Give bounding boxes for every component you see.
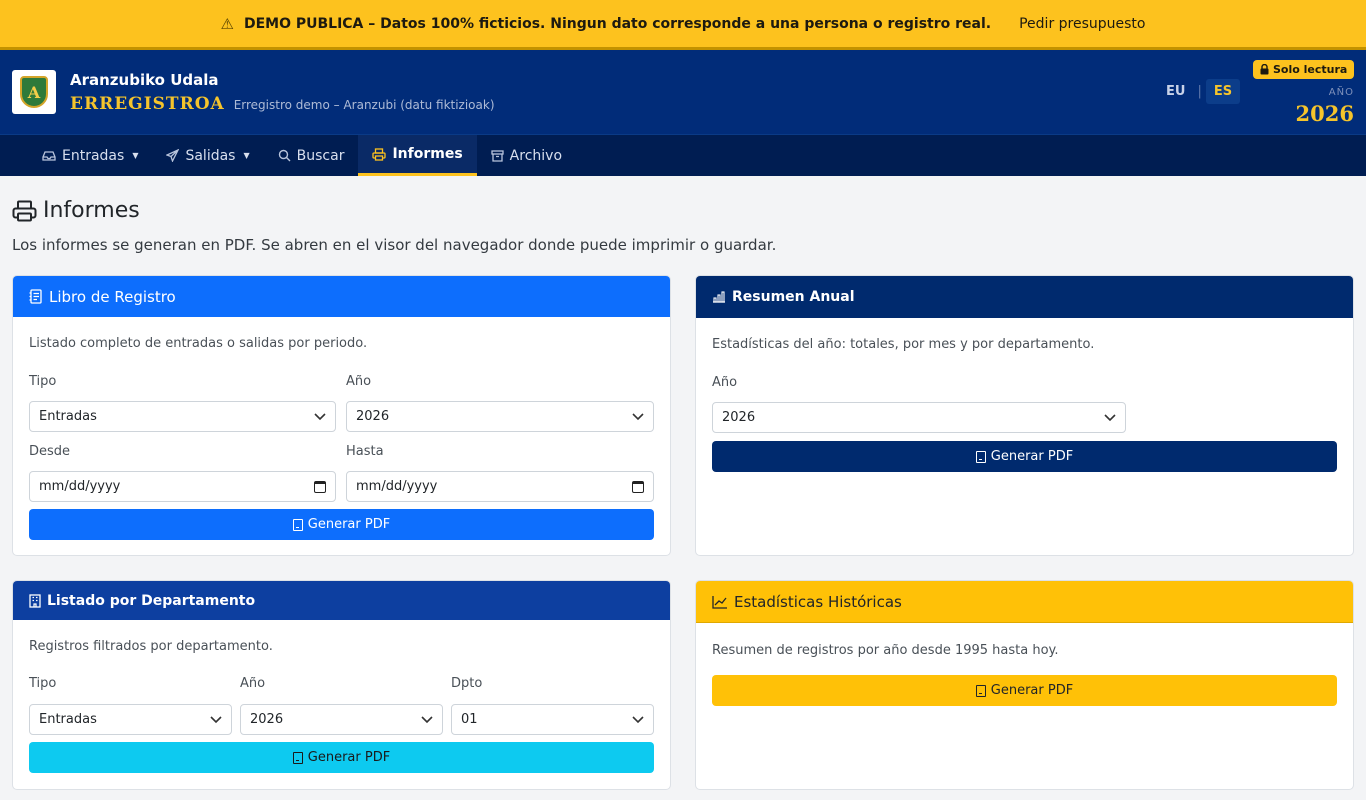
- card-description: Resumen de registros por año desde 1995 …: [712, 643, 1059, 658]
- card-header: Libro de Registro: [13, 276, 670, 317]
- card-description: Estadísticas del año: totales, por mes y…: [712, 337, 1095, 352]
- search-icon: [278, 149, 291, 162]
- card-description: Listado completo de entradas o salidas p…: [29, 336, 368, 351]
- nav-entradas[interactable]: Entradas ▼: [28, 135, 152, 176]
- municipal-logo[interactable]: A: [12, 70, 56, 114]
- card-header: Resumen Anual: [696, 276, 1353, 318]
- lang-eu-button[interactable]: EU: [1158, 79, 1193, 104]
- org-name: Aranzubiko Udala: [70, 70, 219, 89]
- lock-icon: [1260, 64, 1269, 75]
- pdf-file-icon: [975, 684, 986, 697]
- app-name: ERREGISTROA: [70, 93, 225, 114]
- nav-informes[interactable]: Informes: [358, 135, 477, 176]
- archive-icon: [491, 149, 504, 162]
- generate-pdf-button[interactable]: Generar PDF: [29, 742, 654, 773]
- pdf-file-icon: [292, 518, 303, 531]
- chevron-down-icon: [421, 715, 433, 723]
- demo-banner: ⚠ DEMO PUBLICA – Datos 100% ficticios. N…: [0, 0, 1366, 50]
- chevron-down-icon: [210, 715, 222, 723]
- generate-pdf-button[interactable]: Generar PDF: [712, 675, 1337, 706]
- warning-icon: ⚠: [220, 14, 234, 33]
- generate-pdf-button[interactable]: Generar PDF: [29, 509, 654, 540]
- ano-label: Año: [712, 375, 738, 390]
- chevron-down-icon: ▼: [132, 151, 139, 160]
- journal-icon: [29, 289, 42, 304]
- chevron-down-icon: [632, 715, 644, 723]
- printer-icon: [372, 147, 387, 161]
- year-label: AÑO: [1328, 87, 1354, 98]
- brand: Aranzubiko Udala ERREGISTROA Erregistro …: [70, 71, 495, 114]
- card-header: Estadísticas Históricas: [696, 581, 1353, 623]
- calendar-icon[interactable]: [632, 480, 644, 493]
- chevron-down-icon: [314, 412, 326, 420]
- hasta-date-input[interactable]: mm/dd/yyyy: [346, 471, 654, 502]
- tipo-select[interactable]: Entradas: [29, 704, 232, 735]
- tipo-label: Tipo: [29, 374, 57, 389]
- dpto-select[interactable]: 01: [451, 704, 654, 735]
- ano-label: Año: [240, 676, 266, 691]
- nav-archivo[interactable]: Archivo: [477, 135, 576, 176]
- app-header: A Aranzubiko Udala ERREGISTROA Erregistr…: [0, 50, 1366, 134]
- shield-icon: A: [20, 76, 48, 108]
- dpto-label: Dpto: [451, 676, 483, 691]
- page-intro: Los informes se generan en PDF. Se abren…: [12, 236, 777, 254]
- line-chart-icon: [712, 595, 727, 609]
- bar-chart-icon: [713, 291, 725, 303]
- card-libro-registro: Libro de Registro Listado completo de en…: [12, 275, 671, 556]
- chevron-down-icon: [1104, 413, 1116, 421]
- desde-date-input[interactable]: mm/dd/yyyy: [29, 471, 336, 502]
- demo-message: DEMO PUBLICA – Datos 100% ficticios. Nin…: [243, 15, 992, 32]
- desde-label: Desde: [29, 444, 71, 459]
- hasta-label: Hasta: [346, 444, 384, 459]
- nav-buscar[interactable]: Buscar: [264, 135, 359, 176]
- calendar-icon[interactable]: [314, 480, 326, 493]
- send-icon: [166, 149, 180, 162]
- printer-icon: [12, 200, 37, 221]
- app-subtitle: Erregistro demo – Aranzubi (datu fiktizi…: [233, 97, 495, 112]
- tipo-select[interactable]: Entradas: [29, 401, 336, 432]
- card-resumen-anual: Resumen Anual Estadísticas del año: tota…: [695, 275, 1354, 556]
- card-title: Resumen Anual: [732, 289, 855, 305]
- card-title: Libro de Registro: [49, 287, 176, 306]
- main-nav: Entradas ▼ Salidas ▼ Buscar Informes Archi…: [0, 134, 1366, 176]
- inbox-icon: [42, 150, 56, 161]
- ano-select[interactable]: 2026: [346, 401, 654, 432]
- current-year: 2026: [1295, 101, 1354, 126]
- card-listado-departamento: Listado por Departamento Registros filtr…: [12, 580, 671, 790]
- tipo-label: Tipo: [29, 676, 57, 691]
- card-estadisticas-historicas: Estadísticas Históricas Resumen de regis…: [695, 580, 1354, 790]
- readonly-badge: Solo lectura: [1253, 60, 1355, 79]
- language-switcher: EU | ES: [1158, 79, 1241, 104]
- card-title: Estadísticas Históricas: [734, 592, 902, 611]
- pdf-file-icon: [292, 751, 303, 764]
- card-title: Listado por Departamento: [47, 592, 256, 609]
- request-quote-link[interactable]: Pedir presupuesto: [1019, 16, 1145, 32]
- building-icon: [29, 593, 41, 608]
- lang-es-button[interactable]: ES: [1205, 79, 1241, 104]
- page-title: Informes: [12, 198, 140, 223]
- ano-select[interactable]: 2026: [240, 704, 443, 735]
- pdf-file-icon: [975, 450, 986, 463]
- lang-separator: |: [1197, 84, 1202, 99]
- chevron-down-icon: [632, 412, 644, 420]
- card-header: Listado por Departamento: [13, 581, 670, 620]
- ano-label: Año: [346, 374, 372, 389]
- nav-salidas[interactable]: Salidas ▼: [152, 135, 263, 176]
- generate-pdf-button[interactable]: Generar PDF: [712, 441, 1337, 472]
- chevron-down-icon: ▼: [243, 151, 250, 160]
- card-description: Registros filtrados por departamento.: [29, 639, 273, 654]
- ano-select[interactable]: 2026: [712, 402, 1126, 433]
